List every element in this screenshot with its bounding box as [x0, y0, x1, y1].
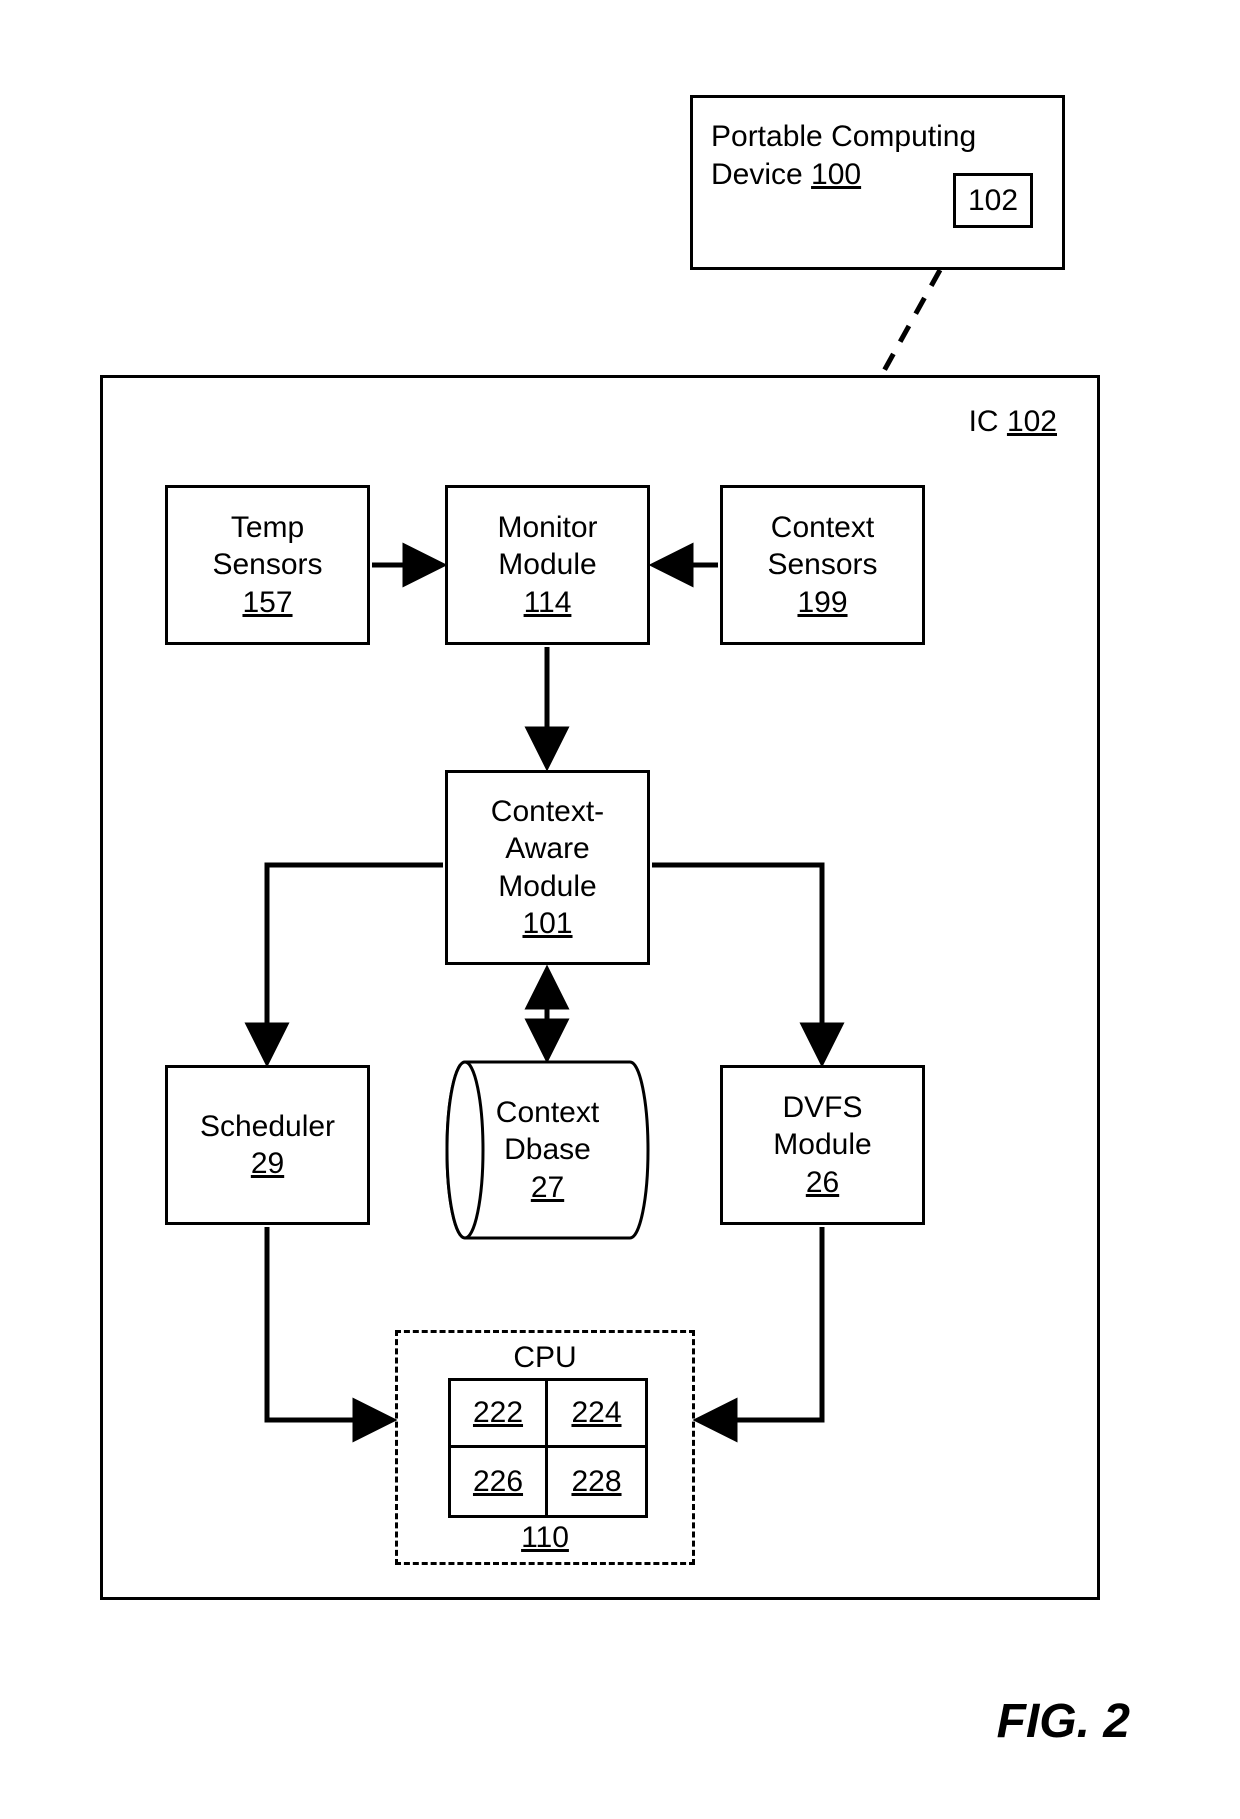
cpu-core-a-ref: 222 [473, 1394, 523, 1432]
diagram-page: Portable Computing Device 100 102 IC 102… [0, 0, 1240, 1819]
context-dbase-t2: Dbase [504, 1131, 591, 1169]
figure-caption: FIG. 2 [997, 1694, 1130, 1749]
cpu-core-d-ref: 228 [571, 1463, 621, 1501]
temp-sensors-t2: Sensors [168, 546, 367, 584]
dvfs-ref: 26 [723, 1164, 922, 1202]
temp-sensors-ref: 157 [168, 584, 367, 622]
pcd-inner-ref: 102 [968, 182, 1018, 220]
temp-sensors-box: Temp Sensors 157 [165, 485, 370, 645]
cpu-core-b: 224 [548, 1381, 645, 1448]
context-sensors-t2: Sensors [723, 546, 922, 584]
monitor-module-t1: Monitor [448, 509, 647, 547]
ic-ref: 102 [1007, 405, 1057, 438]
pcd-ref: 100 [811, 158, 861, 191]
cpu-core-c-ref: 226 [473, 1463, 523, 1501]
cpu-box: CPU 222 224 226 228 110 [395, 1330, 695, 1565]
context-aware-ref: 101 [448, 905, 647, 943]
monitor-module-ref: 114 [448, 584, 647, 622]
context-dbase-ref: 27 [531, 1169, 564, 1207]
cpu-title: CPU [398, 1339, 692, 1377]
cpu-core-grid: 222 224 226 228 [448, 1378, 648, 1518]
context-aware-box: Context- Aware Module 101 [445, 770, 650, 965]
pcd-box: Portable Computing Device 100 102 [690, 95, 1065, 270]
pcd-inner-box: 102 [953, 173, 1033, 228]
cpu-core-c: 226 [451, 1448, 548, 1515]
scheduler-ref: 29 [168, 1145, 367, 1183]
cpu-core-b-ref: 224 [571, 1394, 621, 1432]
monitor-module-box: Monitor Module 114 [445, 485, 650, 645]
cpu-core-d: 228 [548, 1448, 645, 1515]
ic-title-block: IC 102 [969, 403, 1057, 441]
context-dbase-t1: Context [496, 1094, 599, 1132]
dvfs-box: DVFS Module 26 [720, 1065, 925, 1225]
temp-sensors-t1: Temp [168, 509, 367, 547]
context-aware-t3: Module [448, 868, 647, 906]
dvfs-t1: DVFS [723, 1089, 922, 1127]
dvfs-t2: Module [723, 1126, 922, 1164]
context-sensors-t1: Context [723, 509, 922, 547]
context-sensors-ref: 199 [723, 584, 922, 622]
scheduler-box: Scheduler 29 [165, 1065, 370, 1225]
scheduler-t1: Scheduler [168, 1108, 367, 1146]
context-aware-t2: Aware [448, 830, 647, 868]
monitor-module-t2: Module [448, 546, 647, 584]
cpu-ref: 110 [398, 1519, 692, 1557]
cpu-core-a: 222 [451, 1381, 548, 1448]
context-dbase-box: Context Dbase 27 [445, 1050, 650, 1250]
ic-title: IC [969, 405, 999, 438]
context-sensors-box: Context Sensors 199 [720, 485, 925, 645]
context-aware-t1: Context- [448, 793, 647, 831]
